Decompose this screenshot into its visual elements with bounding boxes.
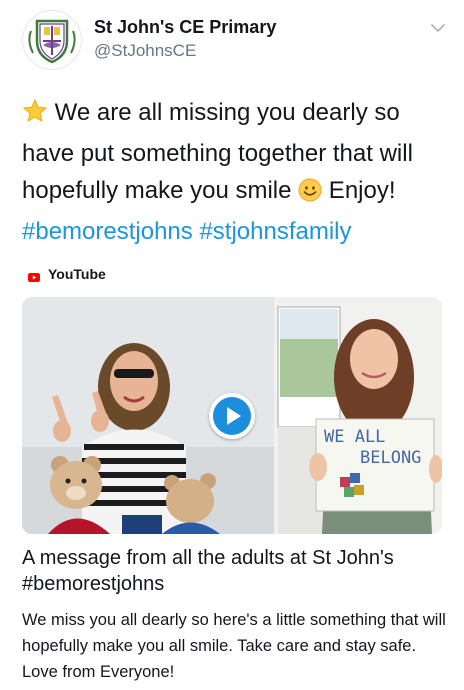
hashtag-link[interactable]: #bemorestjohns [22,218,193,245]
sign-line-1: WE ALL [324,427,385,447]
play-button[interactable] [209,393,255,439]
school-crest-icon[interactable] [22,10,82,70]
video-thumbnail[interactable]: WE ALL BELONG [22,297,442,534]
tweet-text-part2: Enjoy! [322,177,396,204]
youtube-icon [28,269,40,282]
tweet-header: St John's CE Primary @StJohnsCE [22,10,452,74]
chevron-down-icon[interactable] [428,20,448,36]
card-description: We miss you all dearly so here's a littl… [22,611,446,681]
sign-line-2: BELONG [360,448,421,468]
smiling-face-emoji [298,176,322,213]
account-name[interactable]: St John's CE Primary [94,17,276,38]
card-title[interactable]: A message from all the adults at St John… [22,545,447,597]
star-emoji [22,98,48,135]
card-source-label: YouTube [48,266,106,282]
play-icon [213,397,251,435]
hashtag-link[interactable]: #stjohnsfamily [199,218,351,245]
account-handle[interactable]: @StJohnsCE [94,41,196,61]
tweet-text: We are all missing you dearly so have pu… [22,94,447,250]
